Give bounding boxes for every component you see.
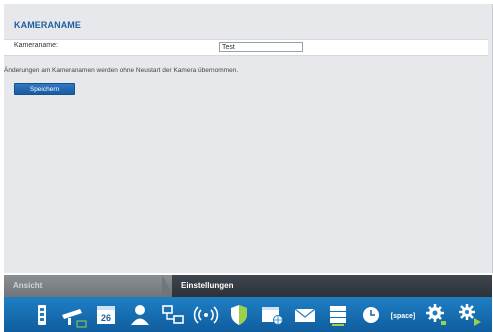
storage-icon[interactable] — [322, 301, 354, 328]
settings-panel: KAMERANAME Kameraname: Änderungen am Kam… — [4, 4, 493, 273]
clock-icon[interactable] — [355, 301, 387, 328]
mail-icon[interactable] — [289, 301, 321, 328]
settings-toolbar: 26 [space] — [4, 297, 492, 332]
space-icon[interactable]: [space] — [387, 301, 419, 328]
info-note: Änderungen am Kameranamen werden ohne Ne… — [4, 67, 239, 74]
camera-name-row: Kameraname: — [4, 39, 488, 56]
door-station-icon[interactable] — [26, 301, 58, 328]
settings-play-icon[interactable] — [454, 301, 486, 328]
web-icon[interactable] — [256, 301, 288, 328]
section-title: KAMERANAME — [14, 20, 81, 30]
calendar-day: 26 — [101, 313, 111, 323]
camera-name-input[interactable] — [219, 42, 303, 52]
wifi-icon[interactable] — [190, 301, 222, 328]
camera-name-label: Kameraname: — [14, 42, 58, 49]
camera-icon[interactable] — [58, 301, 90, 328]
user-icon[interactable] — [124, 301, 156, 328]
settings-icon[interactable] — [420, 301, 452, 328]
settings-window: KAMERANAME Kameraname: Änderungen am Kam… — [0, 0, 493, 332]
tab-einstellungen[interactable]: Einstellungen — [172, 275, 492, 297]
tab-bar: Ansicht Einstellungen — [4, 275, 492, 297]
tab-ansicht[interactable]: Ansicht — [4, 275, 172, 297]
calendar-icon[interactable]: 26 — [90, 301, 122, 328]
space-label: [space] — [391, 313, 416, 320]
tab-ansicht-label: Ansicht — [13, 281, 43, 290]
save-button[interactable]: Speichern — [14, 83, 75, 95]
shield-icon[interactable] — [223, 301, 255, 328]
tab-einstellungen-label: Einstellungen — [181, 281, 234, 290]
network-icon[interactable] — [157, 301, 189, 328]
